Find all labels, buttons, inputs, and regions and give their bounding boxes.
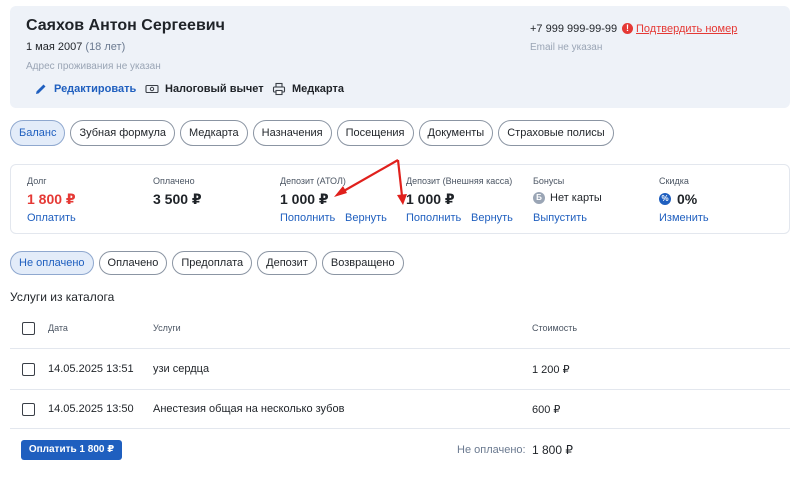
medcard-label: Медкарта [292,83,344,95]
deposit-ext-value: 1 000 ₽ [406,191,455,207]
edit-label: Редактировать [54,83,137,95]
bonus-value: Б Нет карты [533,192,602,204]
unpaid-total-label: Не оплачено: [457,444,526,456]
filter-prepayment[interactable]: Предоплата [172,251,253,275]
deposit-ext-label: Депозит (Внешняя касса) [406,176,513,186]
printer-icon [272,82,286,96]
patient-header-card: Саяхов Антон Сергеевич 1 мая 2007 (18 ле… [10,6,790,108]
deposit-atol-refund-link[interactable]: Вернуть [345,212,387,224]
paid-label: Оплачено [153,176,195,186]
patient-birth: 1 мая 2007 (18 лет) [26,41,125,53]
deposit-ext-topup-link[interactable]: Пополнить [406,212,461,224]
row-checkbox[interactable] [22,363,35,376]
deposit-atol-topup-link[interactable]: Пополнить [280,212,335,224]
tab-documents[interactable]: Документы [418,120,494,146]
birth-date: 1 мая 2007 [26,41,83,53]
column-header-service: Услуги [153,323,181,333]
filter-returned[interactable]: Возвращено [321,251,404,275]
tab-appointments[interactable]: Назначения [252,120,332,146]
table-divider [10,389,790,390]
pay-total-button[interactable]: Оплатить 1 800 ₽ [21,440,122,460]
money-icon [145,84,159,94]
row-service: Анестезия общая на несколько зубов [153,403,345,415]
tab-visits[interactable]: Посещения [336,120,414,146]
patient-email: Email не указан [530,42,603,53]
discount-text: 0% [677,191,698,207]
row-date: 14.05.2025 13:51 [48,363,134,375]
table-divider [10,428,790,429]
edit-button[interactable]: Редактировать [34,82,136,96]
balance-card: Долг 1 800 ₽ Оплатить Оплачено 3 500 ₽ Д… [10,164,790,234]
confirm-phone-link[interactable]: Подтвердить номер [636,23,737,35]
pay-debt-link[interactable]: Оплатить [27,212,76,224]
row-cost: 1 200 ₽ [532,364,570,376]
bonus-label: Бонусы [533,176,565,186]
bonus-icon: Б [533,192,545,204]
select-all-checkbox[interactable] [22,322,35,335]
tab-balance[interactable]: Баланс [10,120,66,146]
tax-deduction-button[interactable]: Налоговый вычет [145,82,264,96]
pencil-icon [36,84,46,94]
deposit-ext-refund-link[interactable]: Вернуть [471,212,513,224]
debt-label: Долг [27,176,47,186]
percent-icon: % [659,193,671,205]
discount-label: Скидка [659,176,689,186]
tab-insurance[interactable]: Страховые полисы [498,120,614,146]
filter-unpaid[interactable]: Не оплачено [10,251,94,275]
tab-dental-formula[interactable]: Зубная формула [70,120,175,146]
change-discount-link[interactable]: Изменить [659,212,709,224]
warning-icon: ! [622,23,633,34]
filter-paid[interactable]: Оплачено [98,251,168,275]
deposit-atol-label: Депозит (АТОЛ) [280,176,346,186]
tax-deduction-label: Налоговый вычет [165,83,264,95]
patient-age: (18 лет) [85,41,126,53]
deposit-atol-value: 1 000 ₽ [280,191,329,207]
services-section-title: Услуги из каталога [10,290,115,304]
row-date: 14.05.2025 13:50 [48,403,134,415]
column-header-date: Дата [48,323,68,333]
patient-tabs: Баланс Зубная формула Медкарта Назначени… [10,120,614,146]
row-cost: 600 ₽ [532,404,561,416]
row-checkbox[interactable] [22,403,35,416]
patient-name: Саяхов Антон Сергеевич [26,17,225,34]
row-service: узи сердца [153,363,210,375]
table-divider [10,348,790,349]
patient-address: Адрес проживания не указан [26,61,161,72]
unpaid-total-value: 1 800 ₽ [532,443,573,457]
debt-value: 1 800 ₽ [27,191,76,207]
medcard-print-button[interactable]: Медкарта [272,82,344,96]
issue-card-link[interactable]: Выпустить [533,212,587,224]
tab-medcard[interactable]: Медкарта [180,120,248,146]
paid-value: 3 500 ₽ [153,191,202,207]
discount-value: % 0% [659,191,697,207]
column-header-cost: Стоимость [532,323,578,333]
bonus-text: Нет карты [550,192,602,204]
filter-deposit[interactable]: Депозит [257,251,317,275]
patient-phone: +7 999 999-99-99 [530,23,618,35]
payment-filters: Не оплачено Оплачено Предоплата Депозит … [10,251,404,275]
